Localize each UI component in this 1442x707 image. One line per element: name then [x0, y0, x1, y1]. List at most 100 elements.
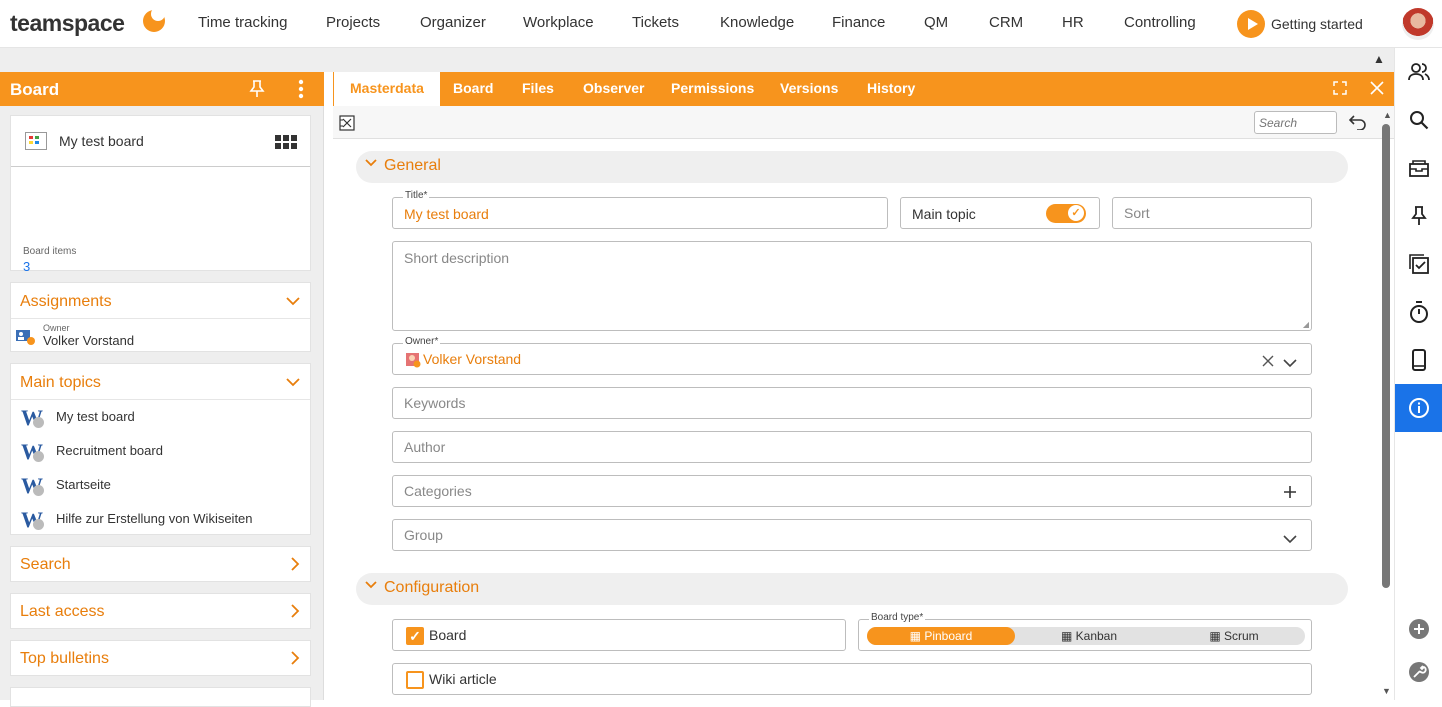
chevron-down-icon [364, 156, 378, 173]
last-access-panel[interactable]: Last access [10, 593, 311, 629]
short-description-field[interactable]: Short description ◢ [392, 241, 1312, 331]
app-logo[interactable]: teamspace [10, 10, 125, 37]
main-topic-item[interactable]: W My test board [11, 399, 311, 433]
chevron-down-icon[interactable] [1283, 355, 1297, 373]
grid-icon[interactable] [275, 135, 297, 154]
resize-handle-icon[interactable]: ◢ [1303, 320, 1309, 329]
timer-icon[interactable] [1395, 288, 1442, 336]
add-circle-icon[interactable] [1395, 605, 1442, 653]
right-rail [1394, 48, 1442, 700]
owner-contact-icon [15, 328, 35, 346]
board-items-count[interactable]: 3 [23, 259, 30, 274]
main-topic-item[interactable]: W Recruitment board [11, 433, 311, 467]
board-checkbox-field[interactable]: ✓ Board [392, 619, 846, 651]
top-bulletins-title: Top bulletins [20, 650, 109, 667]
main-topic-item[interactable]: W Hilfe zur Erstellung von Wikiseiten [11, 501, 311, 535]
detail-search-input[interactable] [1254, 111, 1337, 134]
kanban-icon: ▦ [1060, 629, 1076, 643]
owner-name[interactable]: Volker Vorstand [43, 333, 134, 348]
wiki-article-label: Wiki article [429, 671, 497, 687]
general-section-header[interactable]: General [356, 151, 1348, 183]
more-panel[interactable] [10, 687, 311, 707]
search-icon[interactable] [1395, 96, 1442, 144]
pin-icon[interactable] [1395, 192, 1442, 240]
more-vert-icon[interactable] [298, 79, 304, 104]
main-topic-switch[interactable] [1046, 204, 1086, 223]
tab-history[interactable]: History [851, 72, 931, 106]
board-checkbox[interactable]: ✓ [406, 627, 424, 645]
people-icon[interactable] [1395, 48, 1442, 96]
categories-placeholder: Categories [404, 483, 472, 499]
main-topics-title[interactable]: Main topics [20, 374, 101, 392]
board-type-scrum[interactable]: ▦ Scrum [1163, 627, 1305, 645]
main-scrollbar[interactable] [1382, 124, 1390, 588]
nav-hr[interactable]: HR [1062, 14, 1084, 31]
general-section-title: General [384, 157, 441, 174]
main-topic-label: Recruitment board [56, 443, 163, 458]
owner-field[interactable]: Owner* Volker Vorstand [392, 336, 1312, 375]
tab-files[interactable]: Files [506, 72, 570, 106]
getting-started-button[interactable]: Getting started [1237, 10, 1363, 38]
tasks-icon[interactable] [1395, 240, 1442, 288]
configuration-section-header[interactable]: Configuration [356, 573, 1348, 605]
pin-icon[interactable] [249, 80, 265, 103]
clear-icon[interactable] [1262, 354, 1274, 372]
scroll-down-icon[interactable]: ▼ [1382, 686, 1391, 696]
main-topic-toggle[interactable]: Main topic [900, 197, 1100, 229]
tab-masterdata[interactable]: Masterdata [334, 72, 440, 106]
categories-field[interactable]: Categories [392, 475, 1312, 507]
nav-projects[interactable]: Projects [326, 14, 380, 31]
main-topic-item[interactable]: W Startseite [11, 467, 311, 501]
nav-time-tracking[interactable]: Time tracking [198, 14, 287, 31]
title-field[interactable]: Title* My test board [392, 190, 888, 229]
assignments-title[interactable]: Assignments [20, 293, 112, 311]
keywords-field[interactable]: Keywords [392, 387, 1312, 419]
close-icon[interactable] [1370, 81, 1384, 99]
board-items-label: Board items [23, 246, 77, 257]
wiki-article-checkbox-field[interactable]: Wiki article [392, 663, 1312, 695]
nav-finance[interactable]: Finance [832, 14, 885, 31]
owner-field-label: Owner* [403, 336, 441, 347]
nav-tickets[interactable]: Tickets [632, 14, 679, 31]
scroll-up-icon[interactable]: ▲ [1383, 110, 1392, 120]
wiki-article-checkbox[interactable] [406, 671, 424, 689]
search-panel[interactable]: Search [10, 546, 311, 582]
nav-organizer[interactable]: Organizer [420, 14, 486, 31]
tab-board[interactable]: Board [437, 72, 509, 106]
info-icon[interactable] [1395, 384, 1442, 432]
nav-qm[interactable]: QM [924, 14, 948, 31]
top-bulletins-panel[interactable]: Top bulletins [10, 640, 311, 676]
excel-export-icon[interactable] [339, 115, 355, 136]
chevron-down-icon[interactable] [1283, 531, 1297, 549]
wrench-icon[interactable] [1395, 648, 1442, 696]
author-field[interactable]: Author [392, 431, 1312, 463]
fullscreen-icon[interactable] [1333, 81, 1347, 99]
inbox-icon[interactable] [1395, 144, 1442, 192]
chevron-down-icon[interactable] [286, 374, 300, 391]
logo-mark-icon [143, 7, 165, 32]
board-card[interactable]: My test board Board items 3 [10, 115, 311, 274]
sort-field[interactable]: Sort [1112, 197, 1312, 229]
nav-workplace[interactable]: Workplace [523, 14, 594, 31]
undo-icon[interactable] [1348, 114, 1367, 135]
board-type-kanban[interactable]: ▦ Kanban [1015, 627, 1163, 645]
tab-versions[interactable]: Versions [764, 72, 854, 106]
chevron-right-icon[interactable] [291, 557, 300, 575]
user-avatar[interactable] [1402, 8, 1434, 40]
owner-label: Owner [43, 323, 70, 333]
tab-observer[interactable]: Observer [567, 72, 660, 106]
add-icon[interactable] [1284, 485, 1296, 503]
collapse-up-icon[interactable]: ▲ [1373, 52, 1385, 66]
sort-placeholder: Sort [1124, 205, 1150, 221]
chevron-right-icon[interactable] [291, 604, 300, 622]
group-field[interactable]: Group [392, 519, 1312, 551]
nav-crm[interactable]: CRM [989, 14, 1023, 31]
nav-knowledge[interactable]: Knowledge [720, 14, 794, 31]
board-type-pinboard[interactable]: ▦ Pinboard [867, 627, 1015, 645]
main-topics-card: Main topics W My test board W Recruitmen… [10, 363, 311, 535]
chevron-down-icon[interactable] [286, 293, 300, 310]
mobile-icon[interactable] [1395, 336, 1442, 384]
chevron-right-icon[interactable] [291, 651, 300, 669]
nav-controlling[interactable]: Controlling [1124, 14, 1196, 31]
tab-permissions[interactable]: Permissions [655, 72, 770, 106]
